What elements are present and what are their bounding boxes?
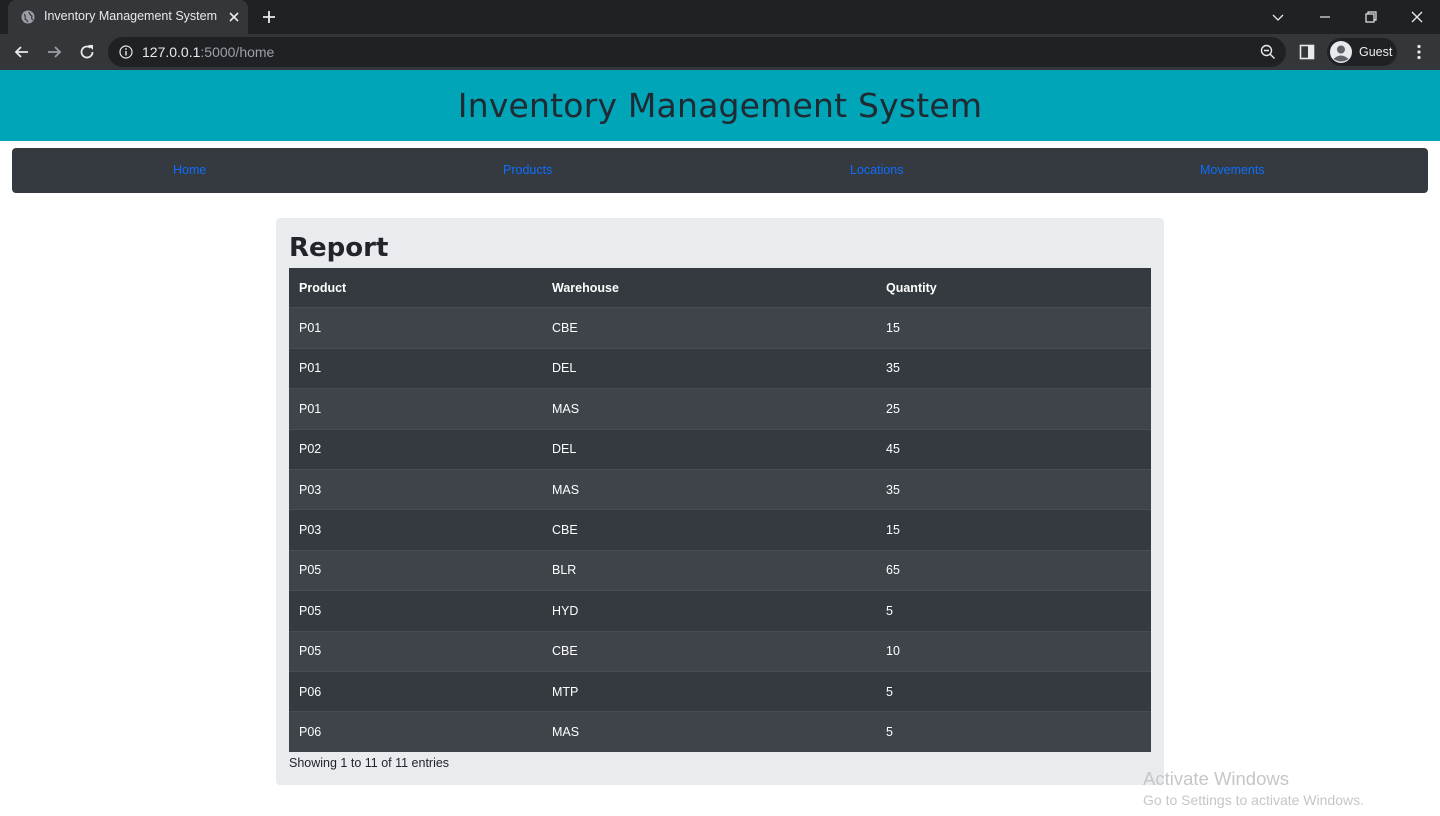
watermark-title: Activate Windows	[1143, 768, 1289, 789]
table-row: P06 MTP 5	[289, 670, 1151, 712]
cell-product: P06	[289, 670, 542, 712]
cell-warehouse: CBE	[542, 307, 876, 349]
cell-quantity: 35	[876, 468, 1151, 510]
cell-product: P01	[289, 307, 542, 349]
cell-warehouse: DEL	[542, 428, 876, 470]
column-header-product[interactable]: Product	[289, 268, 542, 308]
nav-link-home[interactable]: Home	[173, 163, 206, 177]
cell-quantity: 15	[876, 509, 1151, 551]
cell-warehouse: MTP	[542, 670, 876, 712]
table-row: P05 CBE 10	[289, 630, 1151, 672]
chevron-down-icon[interactable]	[1268, 7, 1288, 27]
cell-quantity: 15	[876, 307, 1151, 349]
table-row: P06 MAS 5	[289, 711, 1151, 752]
url-path: :5000/home	[200, 44, 275, 60]
report-table: Product Warehouse Quantity P01 CBE 15 P0…	[289, 268, 1151, 752]
info-icon[interactable]	[119, 45, 133, 59]
nav-link-movements[interactable]: Movements	[1200, 163, 1265, 177]
side-panel-icon[interactable]	[1299, 44, 1315, 60]
browser-tab[interactable]: Inventory Management System	[8, 0, 248, 34]
activate-windows-watermark: Activate Windows Go to Settings to activ…	[1143, 768, 1364, 808]
cell-warehouse: MAS	[542, 711, 876, 752]
report-title: Report	[289, 233, 389, 263]
cell-product: P03	[289, 468, 542, 510]
cell-warehouse: CBE	[542, 630, 876, 672]
plus-icon[interactable]	[260, 8, 278, 26]
more-vert-icon[interactable]	[1410, 43, 1428, 61]
cell-warehouse: HYD	[542, 590, 876, 632]
cell-warehouse: CBE	[542, 509, 876, 551]
minimize-icon[interactable]	[1315, 7, 1335, 27]
cell-quantity: 10	[876, 630, 1151, 672]
nav-link-locations[interactable]: Locations	[850, 163, 904, 177]
cell-quantity: 45	[876, 428, 1151, 470]
cell-quantity: 5	[876, 590, 1151, 632]
cell-product: P03	[289, 509, 542, 551]
address-bar[interactable]: 127.0.0.1:5000/home	[108, 37, 1286, 67]
cell-warehouse: MAS	[542, 468, 876, 510]
reload-icon[interactable]	[77, 42, 97, 62]
restore-icon[interactable]	[1361, 7, 1381, 27]
nav-link-products[interactable]: Products	[503, 163, 552, 177]
table-row: P03 MAS 35	[289, 468, 1151, 510]
table-header-row: Product Warehouse Quantity	[289, 268, 1151, 308]
cell-product: P05	[289, 590, 542, 632]
back-icon[interactable]	[12, 42, 32, 62]
close-icon[interactable]	[1407, 7, 1427, 27]
table-row: P03 CBE 15	[289, 509, 1151, 551]
forward-icon[interactable]	[44, 42, 64, 62]
avatar-icon	[1330, 41, 1352, 63]
cell-quantity: 5	[876, 711, 1151, 752]
browser-tab-strip: Inventory Management System	[0, 0, 1440, 34]
table-row: P02 DEL 45	[289, 428, 1151, 470]
cell-quantity: 5	[876, 670, 1151, 712]
zoom-icon[interactable]	[1260, 44, 1276, 60]
profile-button[interactable]: Guest	[1327, 38, 1397, 66]
table-row: P01 DEL 35	[289, 347, 1151, 389]
close-icon[interactable]	[226, 9, 242, 25]
page-title: Inventory Management System	[457, 86, 983, 125]
report-card: Report Product Warehouse Quantity P01 CB…	[276, 218, 1164, 785]
tab-title: Inventory Management System	[44, 9, 217, 23]
cell-product: P05	[289, 630, 542, 672]
table-row: P05 BLR 65	[289, 549, 1151, 591]
table-row: P05 HYD 5	[289, 590, 1151, 632]
globe-icon	[21, 10, 35, 24]
url-text[interactable]: 127.0.0.1:5000/home	[142, 44, 274, 60]
cell-quantity: 65	[876, 549, 1151, 591]
cell-product: P05	[289, 549, 542, 591]
table-row: P01 MAS 25	[289, 388, 1151, 430]
cell-product: P01	[289, 347, 542, 389]
table-row: P01 CBE 15	[289, 307, 1151, 349]
column-header-warehouse[interactable]: Warehouse	[542, 268, 876, 308]
cell-warehouse: MAS	[542, 388, 876, 430]
cell-warehouse: DEL	[542, 347, 876, 389]
cell-product: P02	[289, 428, 542, 470]
cell-product: P06	[289, 711, 542, 752]
cell-quantity: 25	[876, 388, 1151, 430]
page-header: Inventory Management System	[0, 70, 1440, 141]
url-host: 127.0.0.1	[142, 44, 201, 60]
watermark-subtitle: Go to Settings to activate Windows.	[1143, 792, 1364, 808]
table-info: Showing 1 to 11 of 11 entries	[289, 756, 450, 770]
browser-toolbar: 127.0.0.1:5000/home Guest	[0, 34, 1440, 70]
column-header-quantity[interactable]: Quantity	[876, 268, 1151, 308]
cell-product: P01	[289, 388, 542, 430]
cell-warehouse: BLR	[542, 549, 876, 591]
cell-quantity: 35	[876, 347, 1151, 389]
profile-label: Guest	[1359, 45, 1393, 59]
navbar: Home Products Locations Movements	[12, 148, 1428, 193]
